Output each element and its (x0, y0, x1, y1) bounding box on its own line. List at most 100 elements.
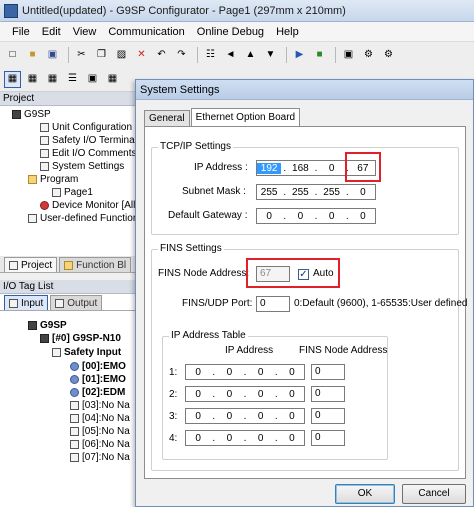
tab-general[interactable]: General (144, 110, 190, 126)
connect-icon[interactable]: ◄ (222, 47, 239, 64)
settings-icon[interactable]: ⚙ (380, 47, 397, 64)
tab-project[interactable]: Project (4, 257, 58, 272)
save-icon[interactable]: ▣ (44, 47, 61, 64)
io-item-03[interactable]: [03]:No Na (70, 399, 130, 412)
undo-icon[interactable]: ↶ (153, 47, 170, 64)
tree-item-device-monitor[interactable]: Device Monitor [All] (40, 199, 135, 212)
debug-icon[interactable]: ⚙ (360, 47, 377, 64)
tree-item-page1[interactable]: Page1 (52, 186, 93, 199)
io-item-06[interactable]: [06]:No Na (70, 438, 130, 451)
tree-item-unit-configuration[interactable]: Unit Configuration (40, 121, 132, 134)
cancel-button[interactable]: Cancel (402, 484, 466, 504)
tab-input[interactable]: Input (4, 295, 49, 310)
ok-button[interactable]: OK (335, 484, 395, 504)
app-icon (4, 3, 18, 18)
view-project-icon[interactable]: ▦ (4, 70, 21, 88)
fins-group: FINS Settings FINS Node Address: 67 ✓ Au… (151, 243, 467, 471)
io-item-unit[interactable]: [#0] G9SP-N10 (40, 332, 121, 345)
tab-function-block[interactable]: Function Bl (59, 257, 132, 272)
view-io-icon[interactable]: ▦ (24, 71, 41, 88)
upload-icon[interactable]: ▲ (242, 47, 259, 64)
view-grid-icon[interactable]: ▦ (104, 71, 121, 88)
io-item-02[interactable]: [02]:EDM (70, 386, 125, 399)
menu-file[interactable]: File (12, 26, 30, 38)
delete-icon[interactable]: ✕ (133, 47, 150, 64)
menu-communication[interactable]: Communication (108, 26, 184, 38)
tree-item-system-settings[interactable]: System Settings (40, 160, 124, 173)
subnet-mask-label: Subnet Mask : (182, 186, 246, 197)
table-node-input-2[interactable]: 0 (311, 386, 345, 402)
project-tab-icon (9, 260, 18, 270)
io-item-05[interactable]: [05]:No Na (70, 425, 130, 438)
fins-udp-port-input[interactable]: 0 (256, 296, 290, 312)
tcpip-group: TCP/IP Settings IP Address : 192. 168. 0… (151, 141, 459, 235)
tab-ethernet-option-board[interactable]: Ethernet Option Board (190, 108, 301, 127)
tree-item-user-defined-function[interactable]: User-defined Function (28, 212, 135, 225)
tree-item-edit-io-comments[interactable]: Edit I/O Comments (40, 147, 135, 160)
download-icon[interactable]: ▼ (262, 47, 279, 64)
table-ip-input-1[interactable]: 0. 0. 0. 0 (185, 364, 305, 380)
table-node-input-3[interactable]: 0 (311, 408, 345, 424)
unit-icon (40, 334, 49, 343)
copy-icon[interactable]: ❐ (93, 47, 110, 64)
io-tree: G9SP [#0] G9SP-N10 Safety Input [00]:EMO… (0, 311, 136, 507)
project-tree: G9SP Unit Configuration Safety I/O Termi… (0, 106, 136, 256)
ethernet-tab-body: TCP/IP Settings IP Address : 192. 168. 0… (144, 126, 467, 479)
tree-item-safety-io[interactable]: Safety I/O Terminal (40, 134, 135, 147)
function-icon (28, 214, 37, 223)
io-item-04[interactable]: [04]:No Na (70, 412, 130, 425)
io-item-00[interactable]: [00]:EMO (70, 360, 126, 373)
network-icon[interactable]: ☷ (202, 47, 219, 64)
io-item-07[interactable]: [07]:No Na (70, 451, 130, 464)
table-ip-input-3[interactable]: 0. 0. 0. 0 (185, 408, 305, 424)
paste-icon[interactable]: ▨ (113, 47, 130, 64)
input-point-icon (70, 362, 79, 371)
tree-item-g9sp[interactable]: G9SP (12, 108, 51, 121)
run-icon[interactable]: ▶ (291, 47, 308, 64)
output-tab-icon (55, 298, 65, 308)
page-icon (52, 188, 61, 197)
menu-online-debug[interactable]: Online Debug (197, 26, 264, 38)
input-point-icon (70, 453, 79, 462)
redo-icon[interactable]: ↷ (173, 47, 190, 64)
fins-udp-port-hint: 0:Default (9600), 1-65535:User defined (294, 298, 468, 309)
tcpip-group-title: TCP/IP Settings (158, 141, 233, 152)
view-table-icon[interactable]: ▦ (44, 71, 61, 88)
table-ip-input-4[interactable]: 0. 0. 0. 0 (185, 430, 305, 446)
table-ip-input-2[interactable]: 0. 0. 0. 0 (185, 386, 305, 402)
terminal-icon (40, 136, 49, 145)
io-item-g9sp[interactable]: G9SP (28, 319, 67, 332)
default-gateway-input[interactable]: 0. 0. 0. 0 (256, 208, 376, 224)
ip-address-label: IP Address : (194, 162, 248, 173)
function-block-tab-icon (64, 260, 74, 270)
table-node-input-1[interactable]: 0 (311, 364, 345, 380)
row-index-4: 4: (169, 433, 178, 444)
fins-annotation-box (246, 258, 340, 288)
dialog-title: System Settings (136, 80, 473, 100)
col-ip-address: IP Address (225, 345, 274, 356)
io-item-safety-input[interactable]: Safety Input (52, 346, 121, 359)
ip-address-table-group: IP Address Table IP Address FINS Node Ad… (162, 330, 388, 460)
io-item-01[interactable]: [01]:EMO (70, 373, 126, 386)
view-list-icon[interactable]: ☰ (64, 71, 81, 88)
new-file-icon[interactable]: □ (4, 47, 21, 64)
monitor-icon[interactable]: ▣ (340, 47, 357, 64)
tab-output[interactable]: Output (50, 295, 103, 310)
menu-edit[interactable]: Edit (42, 26, 61, 38)
table-node-input-4[interactable]: 0 (311, 430, 345, 446)
menu-help[interactable]: Help (276, 26, 299, 38)
main-titlebar: Untitled(updated) - G9SP Configurator - … (0, 0, 474, 22)
io-panel-tabs: Input Output (0, 294, 136, 311)
tree-item-program[interactable]: Program (28, 173, 78, 186)
input-point-icon (70, 414, 79, 423)
cut-icon[interactable]: ✂ (73, 47, 90, 64)
controller-icon (12, 110, 21, 119)
stop-icon[interactable]: ■ (311, 47, 328, 64)
input-point-icon (70, 388, 79, 397)
view-logic-icon[interactable]: ▣ (84, 71, 101, 88)
open-folder-icon[interactable]: ■ (24, 47, 41, 64)
col-fins-node-address: FINS Node Address (299, 345, 388, 356)
subnet-mask-input[interactable]: 255. 255. 255. 0 (256, 184, 376, 200)
folder-icon (28, 175, 37, 184)
menu-view[interactable]: View (73, 26, 97, 38)
